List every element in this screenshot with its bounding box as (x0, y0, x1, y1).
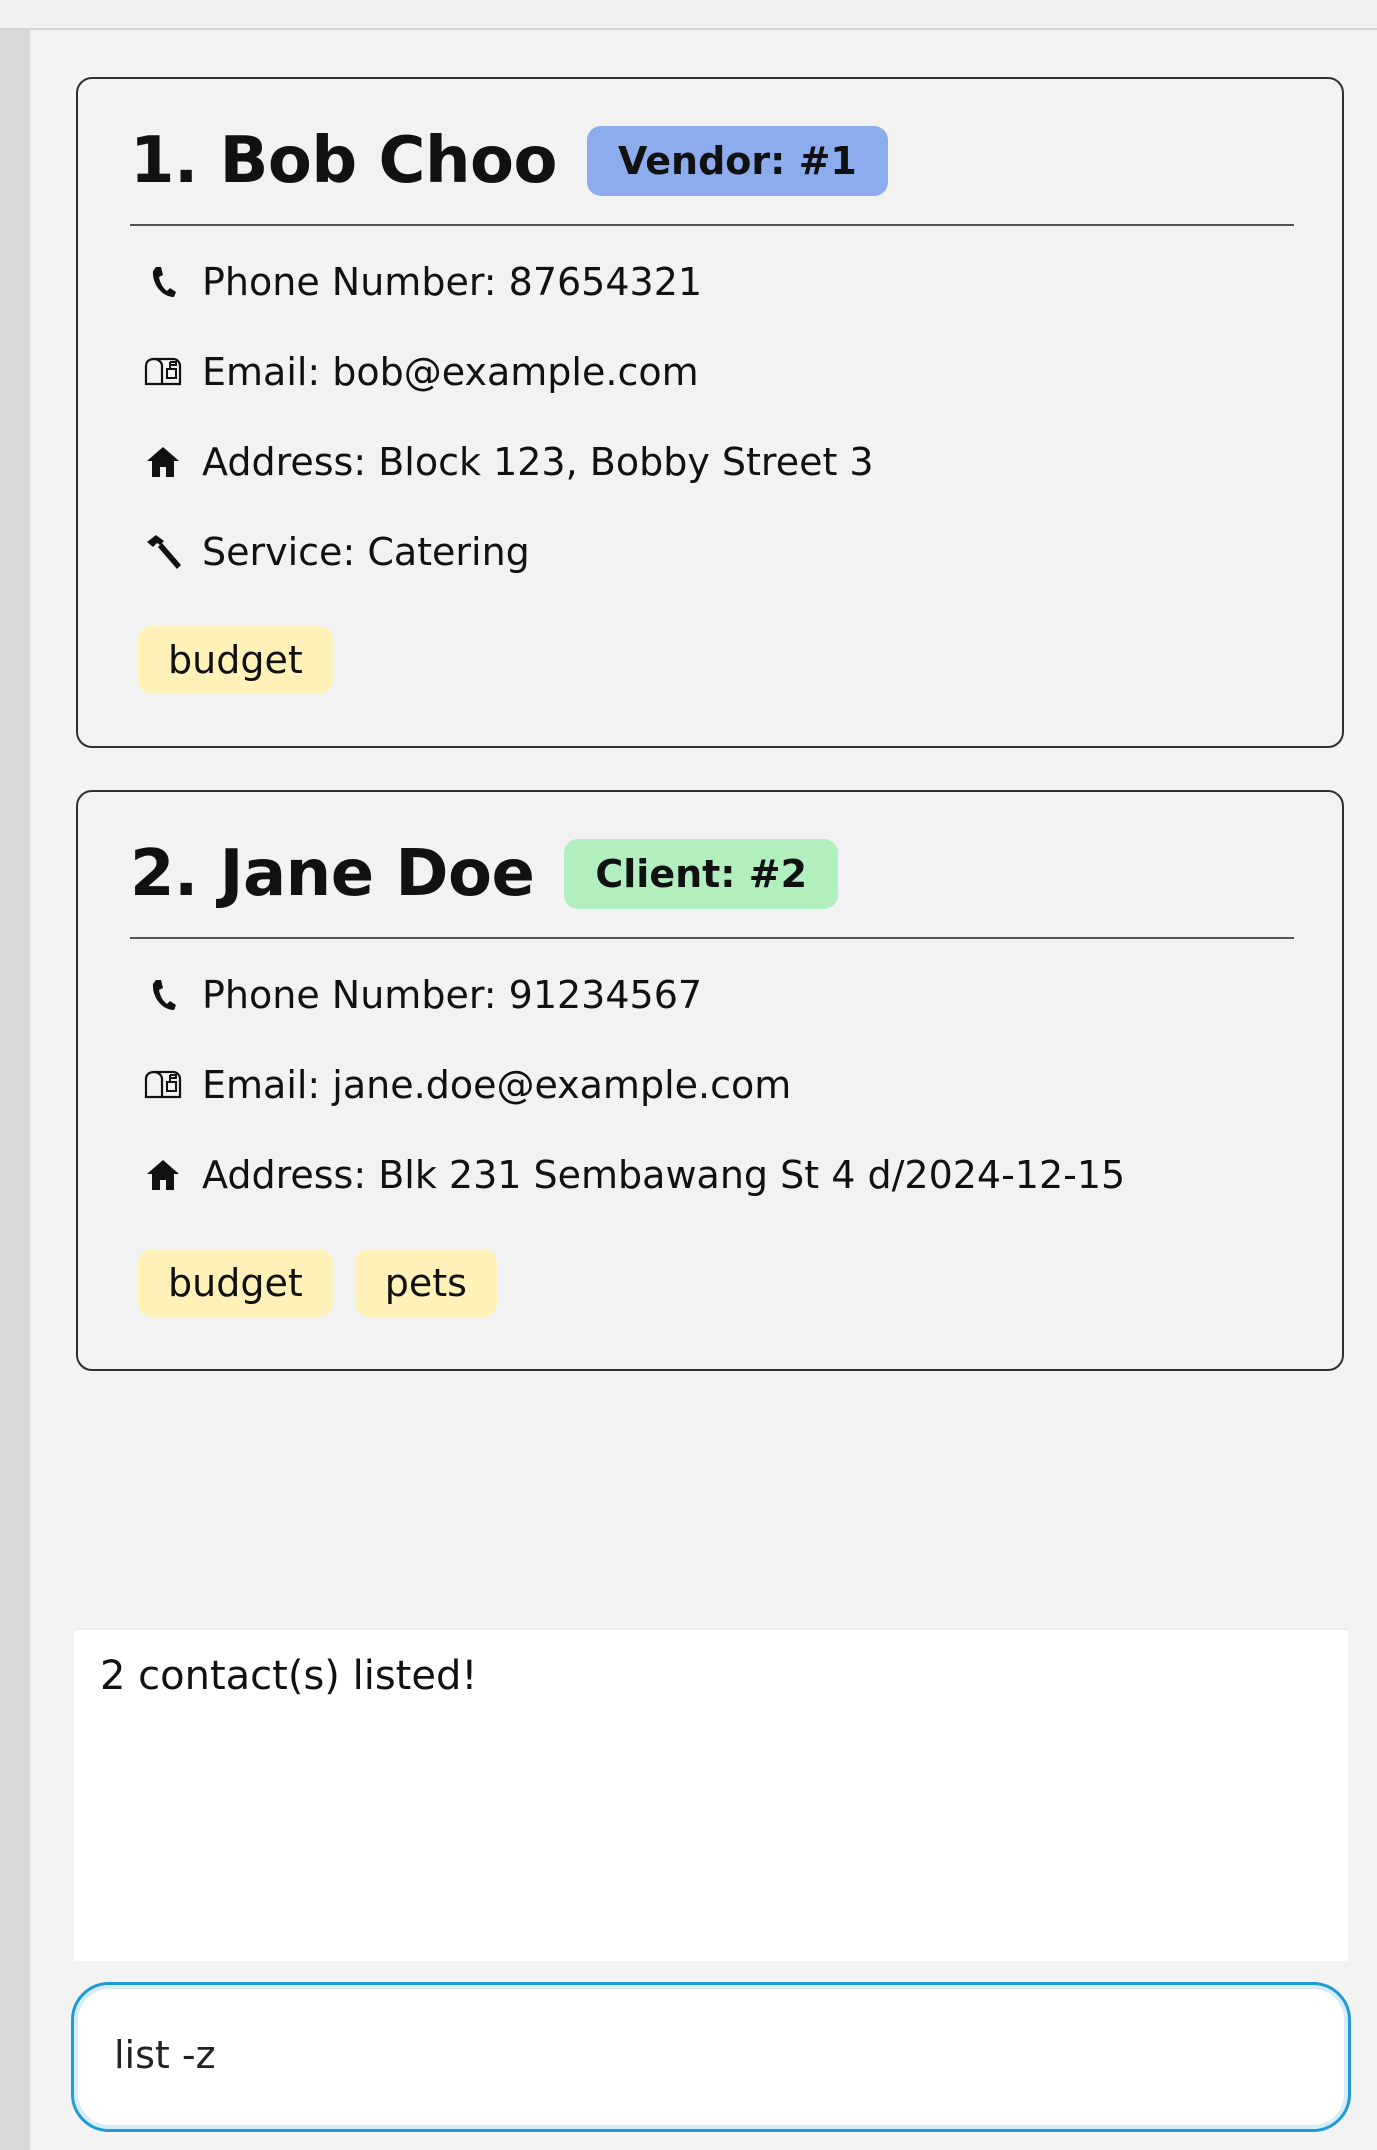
tag-list: budget pets (138, 1249, 497, 1317)
client-badge: Client: #2 (564, 839, 839, 909)
phone-icon (138, 970, 188, 1020)
email-row: Email: jane.doe@example.com (138, 1060, 791, 1110)
card-divider (130, 224, 1294, 226)
result-message: 2 contact(s) listed! (100, 1653, 478, 1699)
contact-name: 2. Jane Doe (130, 837, 535, 911)
vendor-badge: Vendor: #1 (586, 126, 888, 196)
left-panel-edge (0, 30, 30, 2150)
tag-pets: pets (354, 1249, 497, 1317)
email-text: Email: bob@example.com (202, 350, 699, 394)
house-icon (138, 437, 188, 487)
phone-icon (138, 257, 188, 307)
contact-card-header: 2. Jane Doe Client: #2 (130, 836, 839, 912)
address-row: Address: Blk 231 Sembawang St 4 d/2024-1… (138, 1150, 1125, 1200)
house-icon (138, 1150, 188, 1200)
mailbox-icon (138, 1060, 188, 1110)
service-row: Service: Catering (138, 527, 530, 577)
address-text: Address: Block 123, Bobby Street 3 (202, 440, 874, 484)
email-row: Email: bob@example.com (138, 347, 699, 397)
tag-budget: budget (138, 1249, 333, 1317)
result-display[interactable]: 2 contact(s) listed! (74, 1628, 1348, 1961)
contact-card[interactable]: 1. Bob Choo Vendor: #1 Phone Number: 876… (76, 77, 1344, 748)
address-text: Address: Blk 231 Sembawang St 4 d/2024-1… (202, 1153, 1126, 1197)
phone-text: Phone Number: 91234567 (202, 973, 703, 1017)
phone-text: Phone Number: 87654321 (202, 260, 703, 304)
command-box[interactable] (71, 1982, 1351, 2132)
phone-row: Phone Number: 91234567 (138, 970, 702, 1020)
contact-card-header: 1. Bob Choo Vendor: #1 (130, 123, 888, 199)
email-text: Email: jane.doe@example.com (202, 1063, 792, 1107)
phone-row: Phone Number: 87654321 (138, 257, 702, 307)
mailbox-icon (138, 347, 188, 397)
contact-card[interactable]: 2. Jane Doe Client: #2 Phone Number: 912… (76, 790, 1344, 1371)
window-top-bar (0, 0, 1377, 30)
contact-name: 1. Bob Choo (130, 124, 557, 198)
hammer-icon (138, 527, 188, 577)
tag-list: budget (138, 626, 333, 694)
card-divider (130, 937, 1294, 939)
command-input[interactable] (114, 2023, 1294, 2087)
address-row: Address: Block 123, Bobby Street 3 (138, 437, 874, 487)
tag-budget: budget (138, 626, 333, 694)
service-text: Service: Catering (202, 530, 530, 574)
